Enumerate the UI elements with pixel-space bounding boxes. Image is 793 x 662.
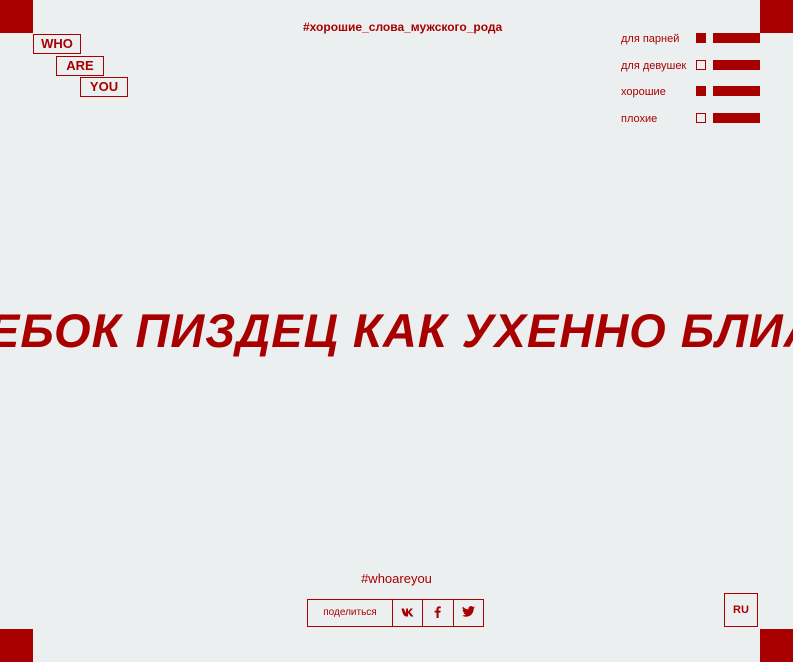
corner-square-top-left bbox=[0, 0, 33, 33]
corner-square-top-right bbox=[760, 0, 793, 33]
filter-label: хорошие bbox=[621, 86, 666, 98]
filter-bar bbox=[713, 112, 760, 123]
filter-checkbox[interactable] bbox=[696, 33, 706, 43]
corner-square-bottom-left bbox=[0, 629, 33, 662]
filter-bar bbox=[713, 86, 760, 96]
filter-for-girls[interactable]: для девушек bbox=[621, 59, 761, 86]
facebook-share-button[interactable] bbox=[423, 600, 454, 626]
filter-checkbox[interactable] bbox=[696, 86, 706, 96]
filter-checkbox[interactable] bbox=[696, 59, 706, 70]
vk-icon bbox=[401, 606, 415, 620]
filter-bad[interactable]: плохие bbox=[621, 112, 761, 139]
filter-good[interactable]: хорошие bbox=[621, 85, 761, 112]
filter-panel: для парней для девушек хорошие плохие bbox=[621, 32, 761, 138]
logo-word-are: ARE bbox=[56, 56, 104, 76]
filter-bar bbox=[713, 59, 760, 70]
header-hashtag: #хорошие_слова_мужского_рода bbox=[303, 20, 503, 34]
corner-square-bottom-right bbox=[760, 629, 793, 662]
share-bar: поделиться bbox=[307, 599, 484, 627]
filter-bar bbox=[713, 33, 760, 43]
vk-share-button[interactable] bbox=[393, 600, 424, 626]
marquee-text: ЕБОК ПИЗДЕЦ КАК УХЕННО БЛИА bbox=[0, 304, 793, 357]
language-switcher[interactable]: RU bbox=[724, 593, 758, 627]
logo-word-you: YOU bbox=[80, 77, 128, 97]
footer-hashtag: #whoareyou bbox=[361, 571, 432, 586]
filter-label: для девушек bbox=[621, 59, 687, 72]
twitter-share-button[interactable] bbox=[454, 600, 483, 626]
logo-word-who: WHO bbox=[33, 34, 81, 54]
filter-label: для парней bbox=[621, 33, 680, 45]
filter-for-guys[interactable]: для парней bbox=[621, 32, 761, 59]
filter-checkbox[interactable] bbox=[696, 112, 706, 123]
share-label: поделиться bbox=[308, 600, 393, 626]
twitter-icon bbox=[461, 606, 475, 620]
facebook-icon bbox=[434, 605, 442, 621]
filter-label: плохие bbox=[621, 112, 658, 125]
